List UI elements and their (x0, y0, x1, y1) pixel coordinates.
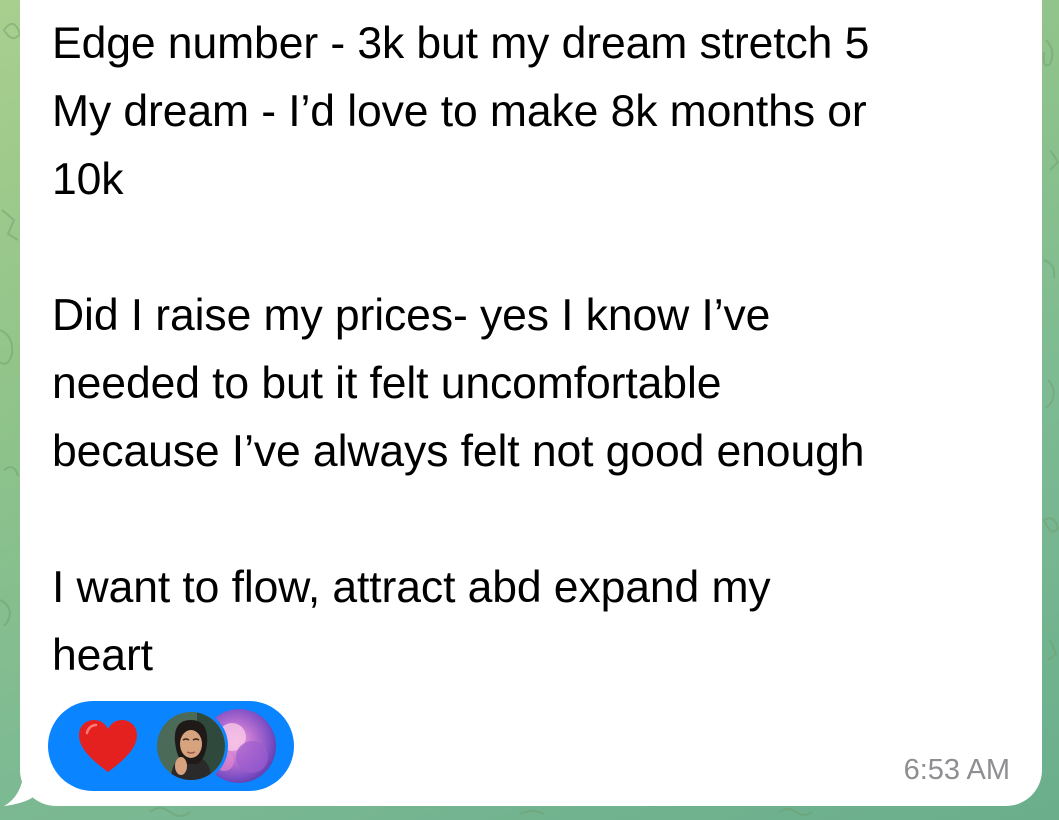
reaction-pill[interactable] (48, 701, 294, 791)
message-timestamp: 6:53 AM (903, 754, 1010, 786)
message-text: Edge number - 3k but my dream stretch 5 … (52, 19, 870, 680)
red-heart-icon (79, 720, 137, 772)
chat-screen: { "message": { "text": "Edge number - 3k… (0, 0, 1059, 820)
reactor-avatar[interactable] (154, 709, 228, 783)
